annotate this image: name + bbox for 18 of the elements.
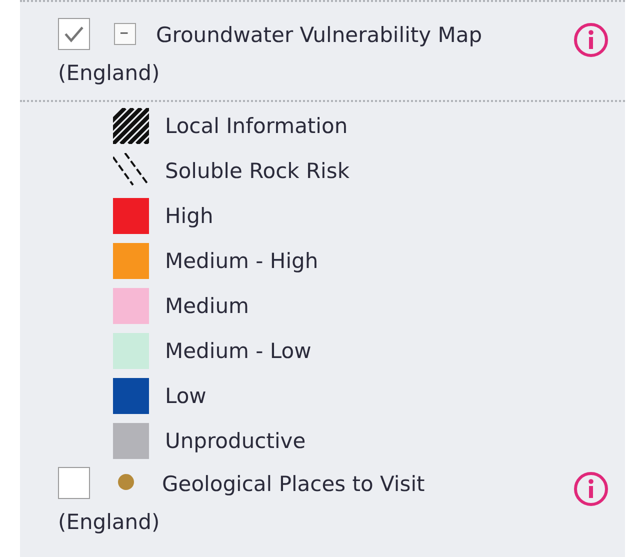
legend-label: Unproductive <box>165 429 306 453</box>
info-icon[interactable] <box>573 471 609 507</box>
legend-label: Soluble Rock Risk <box>165 159 350 183</box>
layer-checkbox[interactable] <box>58 18 90 50</box>
collapse-icon[interactable] <box>114 23 136 46</box>
layer-title: (England) <box>58 61 160 85</box>
info-icon[interactable] <box>573 22 609 58</box>
legend-label: Medium <box>165 294 249 318</box>
layer-title: Groundwater Vulnerability Map <box>156 23 482 47</box>
hatch-icon <box>113 108 149 144</box>
legend-label: Low <box>165 384 206 408</box>
legend-label: Medium - High <box>165 249 318 273</box>
layer-checkbox[interactable] <box>58 467 90 500</box>
legend-label: Local Information <box>165 114 348 138</box>
legend-label: High <box>165 204 214 228</box>
layer-title: (England) <box>58 510 160 534</box>
layer-title: Geological Places to Visit <box>162 472 425 496</box>
legend-label: Medium - Low <box>165 339 312 363</box>
